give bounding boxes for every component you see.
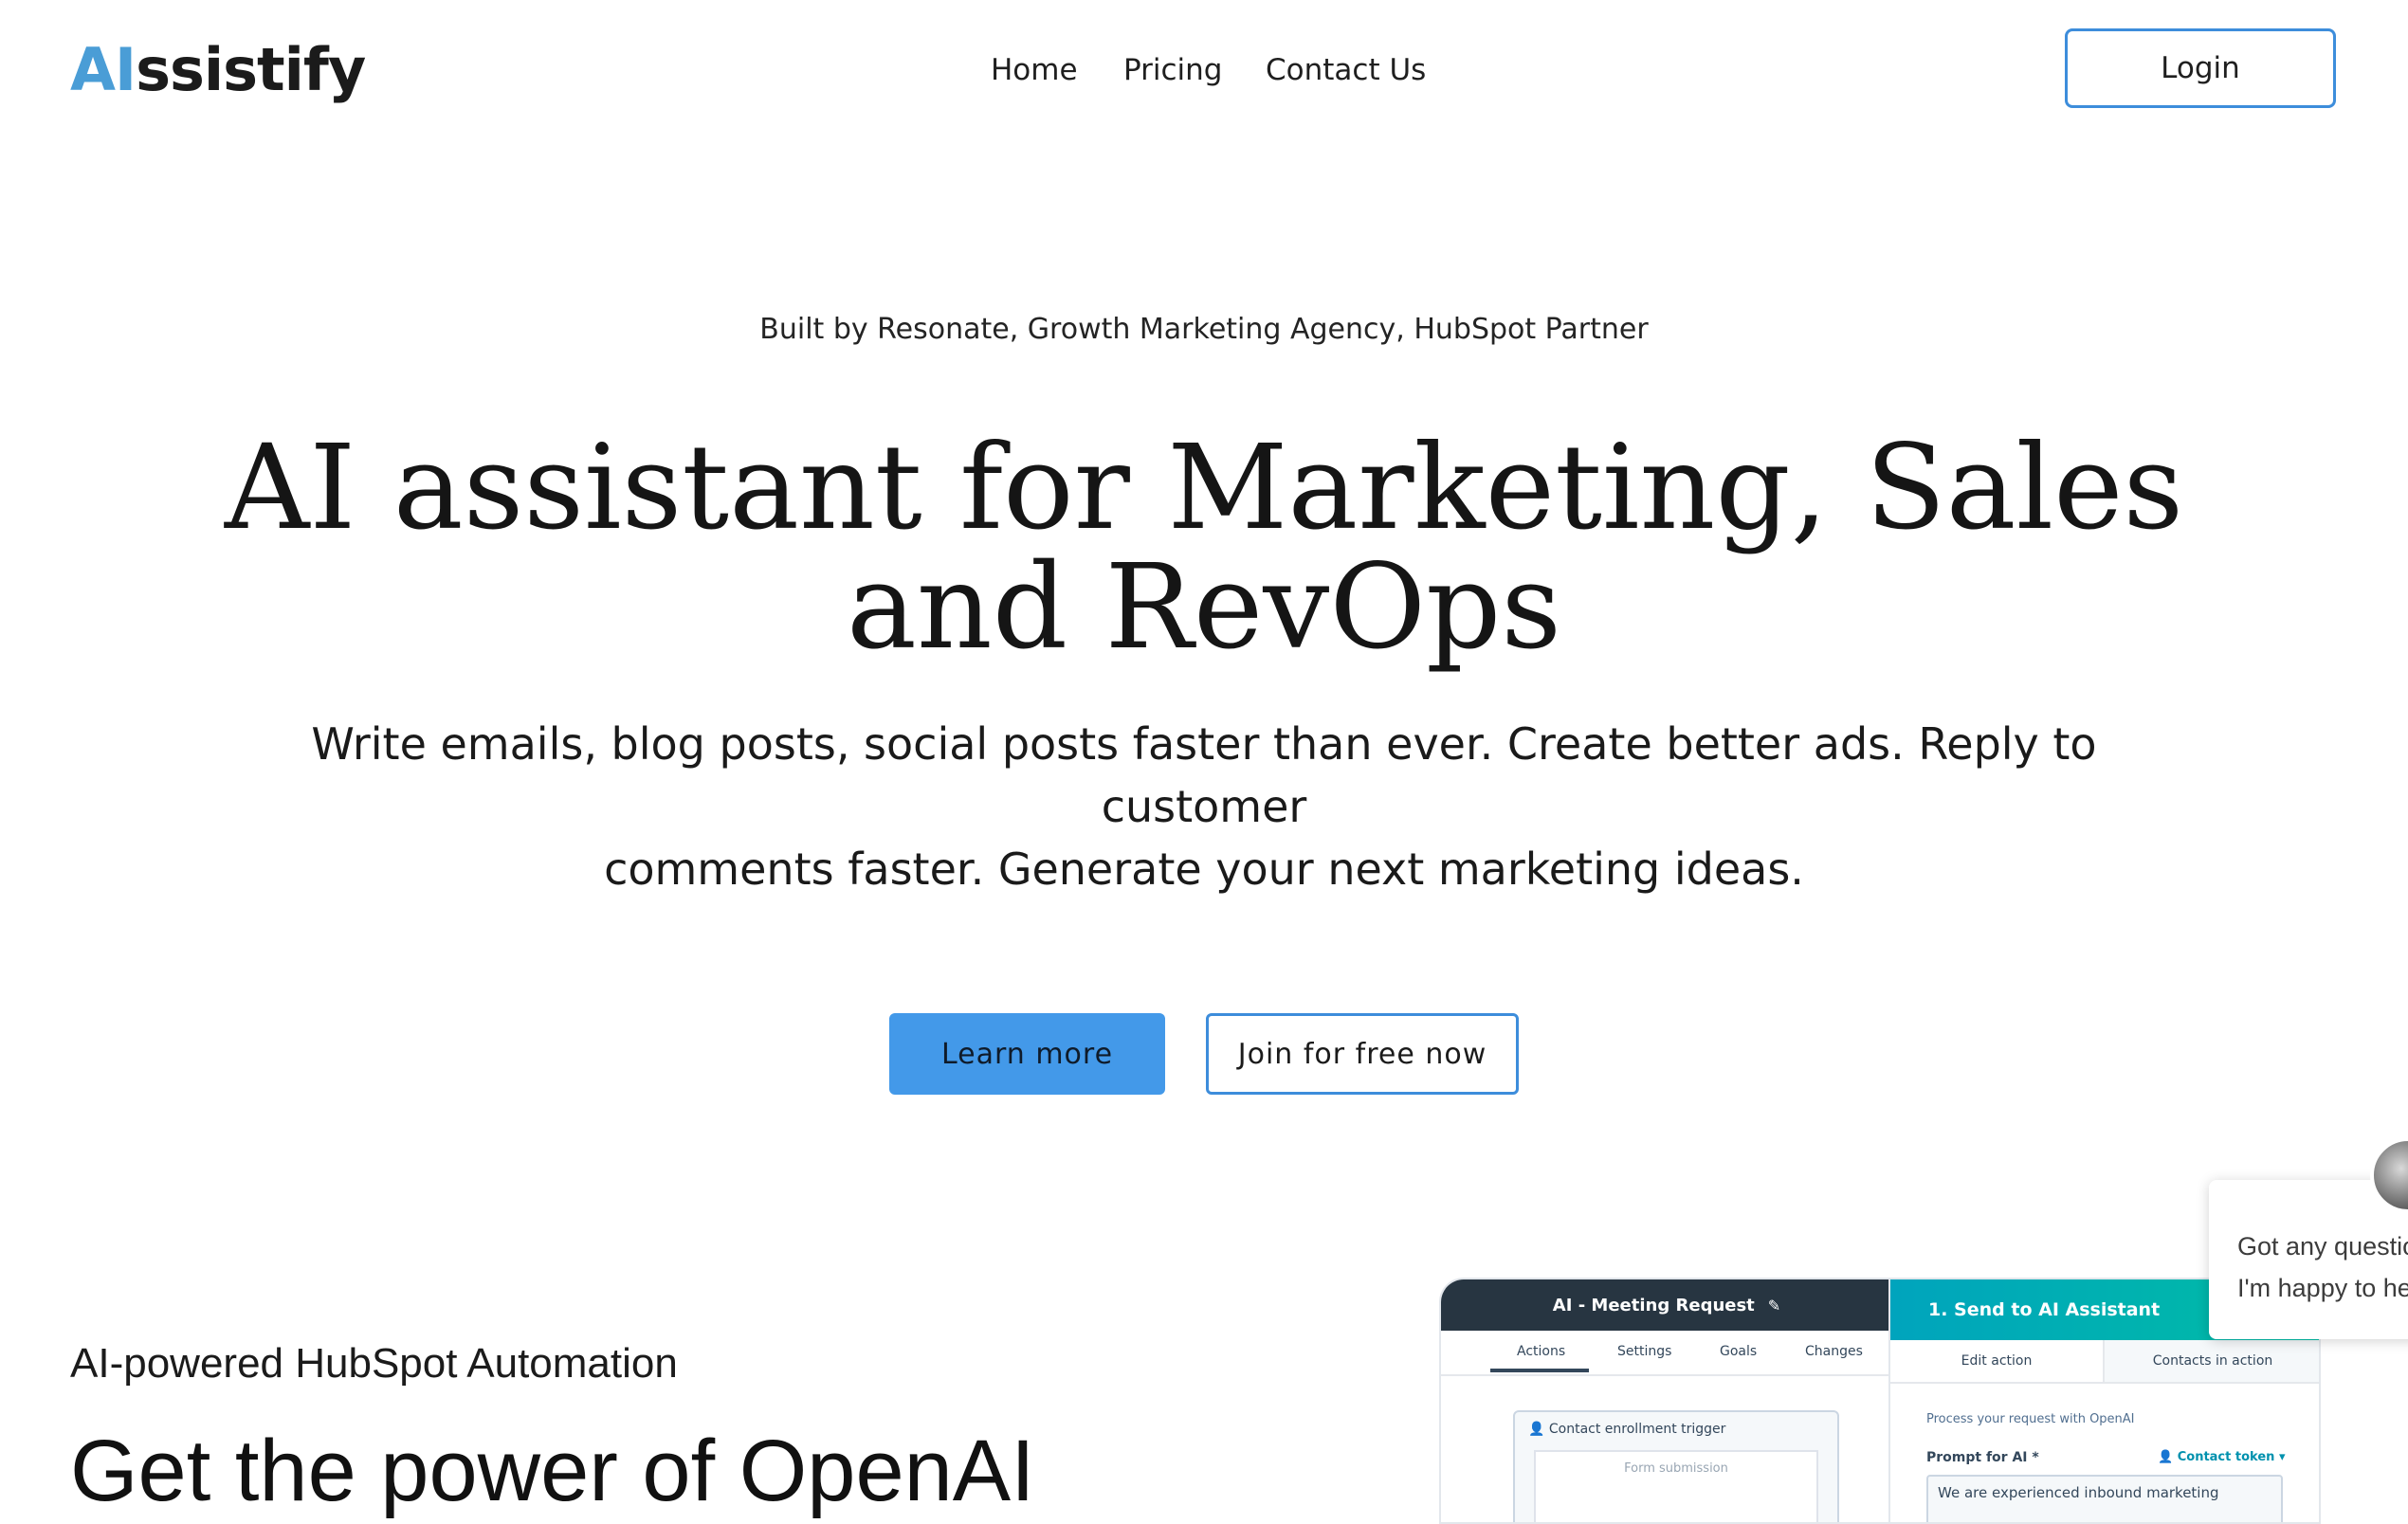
tab-contacts-in-action: Contacts in action [2103, 1340, 2319, 1384]
process-text: Process your request with OpenAI [1926, 1412, 2135, 1426]
logo-rest-text: ssistify [136, 35, 366, 104]
nav-home[interactable]: Home [991, 42, 1078, 99]
contact-token-text: Contact token [2177, 1450, 2275, 1464]
user-icon: 👤 [1528, 1422, 1545, 1437]
trigger-inner-text: Form submission [1624, 1461, 1728, 1476]
prompt-label: Prompt for AI * [1926, 1450, 2039, 1465]
chat-message: Got any questions? I'm happy to help. [2237, 1232, 2408, 1302]
tab-edit-action: Edit action [1890, 1340, 2103, 1384]
hero-title-line1: AI assistant for Marketing, Sales [224, 420, 2184, 556]
pencil-icon: ✎ [1767, 1296, 1781, 1315]
workflow-tabs: Actions Settings Goals Changes [1441, 1331, 1888, 1376]
learn-more-button[interactable]: Learn more [889, 1013, 1165, 1095]
section-title: Get the power of OpenAI [70, 1423, 1035, 1519]
workflow-title: AI - Meeting Request [1552, 1295, 1755, 1315]
hero-subtitle-line1: Write emails, blog posts, social posts f… [311, 718, 2097, 832]
tab-actions: Actions [1517, 1344, 1566, 1359]
hero-title-line2: and RevOps [846, 539, 1562, 676]
user-icon: 👤 [2158, 1450, 2174, 1464]
logo-ai-text: AI [70, 35, 137, 104]
contact-token-link: 👤 Contact token ▾ [2158, 1450, 2285, 1464]
join-free-button[interactable]: Join for free now [1206, 1013, 1519, 1095]
section-kicker: AI-powered HubSpot Automation [70, 1340, 678, 1387]
enrollment-trigger-card: 👤 Contact enrollment trigger Form submis… [1513, 1410, 1839, 1522]
prompt-text: We are experienced inbound marketing [1938, 1484, 2219, 1501]
login-button[interactable]: Login [2065, 28, 2336, 108]
trigger-label-text: Contact enrollment trigger [1548, 1422, 1726, 1437]
chevron-down-icon: ▾ [2278, 1450, 2286, 1464]
tab-changes: Changes [1805, 1344, 1863, 1359]
workflow-header: AI - Meeting Request ✎ [1441, 1279, 1888, 1331]
logo[interactable]: AIssistify [70, 32, 366, 108]
tab-settings: Settings [1617, 1344, 1672, 1359]
hero-title: AI assistant for Marketing, Sales and Re… [190, 428, 2218, 667]
prompt-box: We are experienced inbound marketing [1926, 1475, 2283, 1522]
chat-bubble[interactable]: Got any questions? I'm happy to help. [2209, 1180, 2408, 1339]
trigger-inner-box: Form submission [1534, 1450, 1818, 1522]
tab-goals: Goals [1720, 1344, 1758, 1359]
nav-contact-us[interactable]: Contact Us [1266, 42, 1426, 99]
hero-kicker: Built by Resonate, Growth Marketing Agen… [759, 313, 1649, 346]
hero-subtitle: Write emails, blog posts, social posts f… [237, 713, 2171, 900]
hero-subtitle-line2: comments faster. Generate your next mark… [604, 844, 1804, 895]
trigger-label: 👤 Contact enrollment trigger [1528, 1422, 1725, 1437]
hubspot-workflow-mockup: AI - Meeting Request ✎ Actions Settings … [1439, 1278, 2321, 1524]
workflow-panel: AI - Meeting Request ✎ Actions Settings … [1439, 1278, 1890, 1524]
active-tab-indicator [1490, 1369, 1589, 1372]
nav-pricing[interactable]: Pricing [1123, 42, 1223, 99]
